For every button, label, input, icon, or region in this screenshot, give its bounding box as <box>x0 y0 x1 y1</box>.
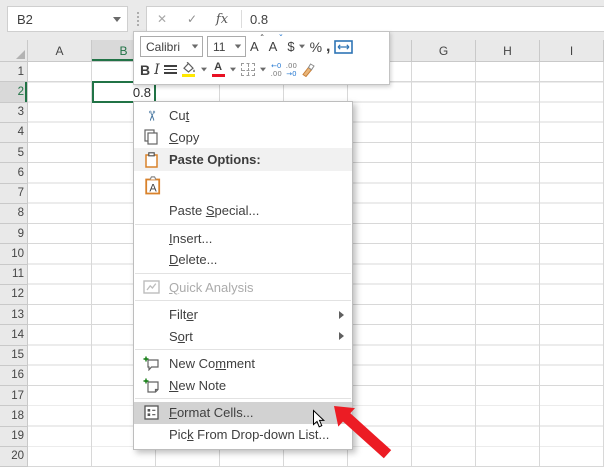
row-header[interactable]: 13 <box>0 305 28 325</box>
format-painter-icon[interactable] <box>301 63 315 77</box>
chevron-down-icon[interactable] <box>230 68 236 72</box>
menu-item-format-cells[interactable]: Format Cells... <box>134 402 352 424</box>
submenu-arrow-icon <box>339 311 344 319</box>
menu-item-paste-special[interactable]: Paste Special... <box>134 200 352 222</box>
row-header[interactable]: 10 <box>0 244 28 264</box>
decrease-font-size-icon[interactable]: A ˇ <box>269 39 284 54</box>
row-header[interactable]: 14 <box>0 325 28 345</box>
mini-toolbar: Calibri 11 A ˆ A ˇ $ % , <box>133 31 390 85</box>
comma-style-icon[interactable]: , <box>326 38 330 56</box>
row-header[interactable]: 3 <box>0 103 28 123</box>
quick-analysis-icon <box>141 280 161 294</box>
menu-separator <box>135 300 351 301</box>
excel-window: B2 ✕ ✓ fx 0.8 ABCDEFGHI 1234567891011121… <box>0 0 604 467</box>
row-header[interactable]: 6 <box>0 163 28 183</box>
font-name-value: Calibri <box>146 40 180 54</box>
mini-toolbar-row-1: Calibri 11 A ˆ A ˇ $ % , <box>140 35 383 58</box>
column-header[interactable]: A <box>28 40 92 62</box>
chevron-down-icon[interactable] <box>299 45 305 49</box>
cell-value: 0.8 <box>133 85 151 100</box>
enter-icon[interactable]: ✓ <box>177 12 207 26</box>
insert-function-icon[interactable]: fx <box>207 12 237 27</box>
row-header[interactable]: 8 <box>0 204 28 224</box>
row-header[interactable]: 17 <box>0 386 28 406</box>
borders-icon[interactable] <box>241 63 255 76</box>
font-size-value: 11 <box>213 40 225 54</box>
format-cells-icon <box>141 405 161 420</box>
formula-bar-grip[interactable] <box>137 12 139 26</box>
column-header[interactable]: G <box>412 40 476 62</box>
align-center-icon[interactable] <box>164 65 177 74</box>
row-header[interactable]: 15 <box>0 346 28 366</box>
menu-item-filter[interactable]: Filter <box>134 304 352 326</box>
percent-style-icon[interactable]: % <box>310 39 322 55</box>
row-header[interactable]: 2 <box>0 82 28 102</box>
italic-icon[interactable]: I <box>154 62 160 78</box>
row-header[interactable]: 12 <box>0 285 28 305</box>
bold-icon[interactable]: B <box>140 62 150 78</box>
copy-icon <box>141 129 161 145</box>
context-menu: ✂ Cut Copy Paste Options: <box>133 101 353 450</box>
cancel-icon[interactable]: ✕ <box>147 12 177 26</box>
formula-bar[interactable]: ✕ ✓ fx 0.8 <box>146 6 604 32</box>
row-header[interactable]: 18 <box>0 406 28 426</box>
chevron-down-icon[interactable] <box>260 68 266 72</box>
chevron-down-icon[interactable] <box>201 68 207 72</box>
increase-font-size-icon[interactable]: A ˆ <box>250 39 265 54</box>
menu-item-quick-analysis[interactable]: Quick Analysis <box>134 277 352 299</box>
row-header[interactable]: 19 <box>0 427 28 447</box>
submenu-arrow-icon <box>339 332 344 340</box>
select-all-corner[interactable] <box>0 40 28 62</box>
font-name-combo[interactable]: Calibri <box>140 36 203 57</box>
row-header[interactable]: 5 <box>0 143 28 163</box>
menu-item-copy[interactable]: Copy <box>134 127 352 149</box>
menu-separator <box>135 349 351 350</box>
clipboard-icon <box>141 152 161 168</box>
paste-keep-formatting-icon[interactable]: A <box>143 176 163 195</box>
menu-item-cut[interactable]: ✂ Cut <box>134 105 352 127</box>
row-header[interactable]: 1 <box>0 62 28 82</box>
menu-item-paste-options: Paste Options: <box>134 148 352 171</box>
paste-options-row: A <box>134 171 352 200</box>
merge-center-icon[interactable] <box>334 40 353 54</box>
increase-decimal-icon[interactable]: ←0 .00 <box>271 62 282 78</box>
menu-separator <box>135 398 351 399</box>
menu-separator <box>135 224 351 225</box>
font-color-icon[interactable]: A <box>212 62 225 77</box>
formula-bar-value[interactable]: 0.8 <box>246 12 268 27</box>
chevron-down-icon[interactable] <box>235 45 241 49</box>
menu-item-sort[interactable]: Sort <box>134 326 352 348</box>
column-header[interactable]: I <box>540 40 604 62</box>
chevron-down-icon[interactable] <box>192 45 198 49</box>
dollar-icon: $ <box>287 39 294 54</box>
menu-item-pick-from-dropdown[interactable]: Pick From Drop-down List... <box>134 424 352 446</box>
column-header[interactable]: H <box>476 40 540 62</box>
row-header[interactable]: 9 <box>0 224 28 244</box>
fill-color-icon[interactable] <box>181 62 196 77</box>
decrease-decimal-icon[interactable]: .00 →0 <box>286 62 297 78</box>
menu-item-delete[interactable]: Delete... <box>134 249 352 271</box>
row-header[interactable]: 4 <box>0 123 28 143</box>
row-header[interactable]: 11 <box>0 265 28 285</box>
row-header[interactable]: 20 <box>0 447 28 467</box>
new-comment-icon <box>141 356 161 371</box>
menu-item-new-note[interactable]: New Note <box>134 375 352 397</box>
row-headers: 1234567891011121314151617181920 <box>0 62 28 467</box>
new-note-icon <box>141 378 161 393</box>
svg-text:A: A <box>149 183 157 195</box>
menu-separator <box>135 273 351 274</box>
scissors-icon: ✂ <box>141 108 161 124</box>
accounting-format-button[interactable]: $ <box>287 39 305 54</box>
name-box[interactable]: B2 <box>7 6 128 32</box>
font-size-combo[interactable]: 11 <box>207 36 246 57</box>
menu-item-new-comment[interactable]: New Comment <box>134 353 352 375</box>
row-header[interactable]: 7 <box>0 184 28 204</box>
mini-toolbar-row-2: B I A ←0 .00 <box>140 58 383 81</box>
name-box-value: B2 <box>17 12 113 27</box>
name-box-dropdown-icon[interactable] <box>113 17 121 22</box>
menu-item-insert[interactable]: Insert... <box>134 228 352 250</box>
divider <box>241 10 242 28</box>
row-header[interactable]: 16 <box>0 366 28 386</box>
